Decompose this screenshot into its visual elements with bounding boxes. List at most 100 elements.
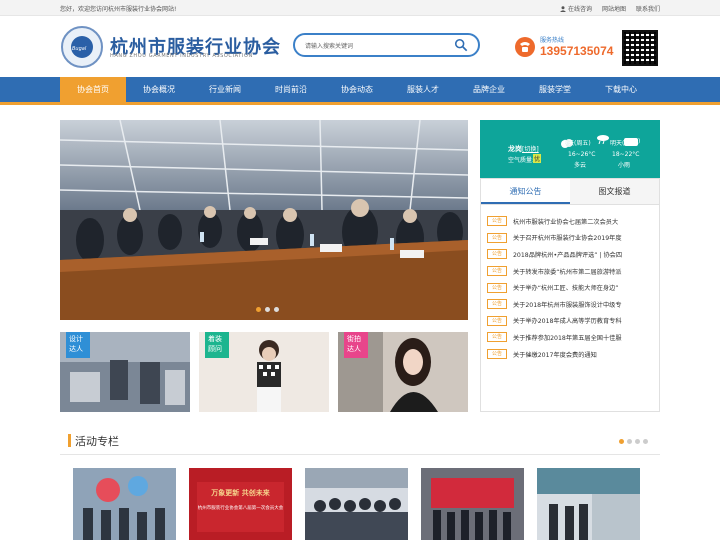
nav-item-download[interactable]: 下载中心 bbox=[588, 77, 654, 102]
list-item[interactable]: 公告 关于举办2018年成人高等学历教育专科 bbox=[487, 313, 653, 330]
notice-tag: 公告 bbox=[487, 266, 507, 277]
gallery-image bbox=[537, 468, 640, 540]
nav-item-industry-news[interactable]: 行业新闻 bbox=[192, 77, 258, 102]
nav-item-brands[interactable]: 品牌企业 bbox=[456, 77, 522, 102]
section-dot-4[interactable] bbox=[643, 439, 648, 444]
notice-title[interactable]: 关于2018年杭州市服装服饰设计中级专 bbox=[513, 300, 622, 309]
gallery-item[interactable] bbox=[537, 468, 640, 540]
tile-street-label: 街拍达人 bbox=[344, 332, 368, 358]
site-subtitle: HANG ZHOU GARMENT INDUSTRY ASSOCIATION bbox=[110, 53, 253, 59]
tile-designer[interactable]: 设计达人 bbox=[60, 332, 190, 412]
gallery-image bbox=[305, 468, 408, 540]
notice-title[interactable]: 关于召开杭州市服装行业协会2019年度 bbox=[513, 233, 622, 242]
section-dot-2[interactable] bbox=[627, 439, 632, 444]
nav-item-fashion[interactable]: 时尚前沿 bbox=[258, 77, 324, 102]
gallery-item[interactable] bbox=[73, 468, 176, 540]
search-box[interactable]: 请输入搜索关键词 bbox=[293, 33, 480, 57]
header: Bugal 杭州市服装行业协会 HANG ZHOU GARMENT INDUST… bbox=[0, 16, 720, 77]
sitemap-link[interactable]: 网站地图 bbox=[602, 4, 626, 13]
nav-item-school[interactable]: 服装学堂 bbox=[522, 77, 588, 102]
tab-notices[interactable]: 通知公告 bbox=[481, 179, 570, 204]
hotline-number: 13957135074 bbox=[540, 44, 614, 58]
search-input[interactable]: 请输入搜索关键词 bbox=[305, 41, 353, 50]
phone-icon bbox=[515, 37, 535, 57]
notice-tabs: 通知公告 图文报道 bbox=[480, 178, 660, 205]
tile-designer-label: 设计达人 bbox=[66, 332, 90, 358]
section-title: 活动专栏 bbox=[75, 435, 119, 448]
tomorrow-label: 明天( bbox=[610, 140, 625, 147]
activity-section-header: 活动专栏 bbox=[60, 427, 660, 455]
tomorrow-desc: 小雨 bbox=[618, 162, 631, 169]
section-dot-3[interactable] bbox=[635, 439, 640, 444]
gallery-banner-slogan: 万象更新 共创未来 bbox=[211, 489, 270, 497]
notice-title[interactable]: 关于举办2018年成人高等学历教育专科 bbox=[513, 316, 622, 325]
logo-emblem-text: Bugal bbox=[72, 46, 87, 52]
banner-slide[interactable] bbox=[60, 120, 468, 320]
notice-tag: 公告 bbox=[487, 315, 507, 326]
list-item[interactable]: 公告 杭州市服装行业协会七届第二次会员大 bbox=[487, 213, 653, 230]
notice-title[interactable]: 杭州市服装行业协会七届第二次会员大 bbox=[513, 217, 618, 226]
list-item[interactable]: 公告 关于推荐参加2018年第五届全国十佳服 bbox=[487, 329, 653, 346]
online-consult-label: 在线咨询 bbox=[567, 6, 592, 13]
gallery-banner-caption: 杭州市服装行业协会第八届第一次会员大会 bbox=[197, 506, 284, 511]
section-dot-1[interactable] bbox=[619, 439, 624, 444]
tile-stylist[interactable]: 着装顾问 bbox=[199, 332, 329, 412]
weather-switch-link[interactable]: [切换] bbox=[522, 144, 539, 153]
notice-title[interactable]: 关于推荐参加2018年第五届全国十佳服 bbox=[513, 333, 622, 342]
notice-title[interactable]: 关于转发市旅委“杭州市第二届旅游特派 bbox=[513, 267, 621, 276]
notice-tag: 公告 bbox=[487, 216, 507, 227]
top-links: 在线咨询 网站地图 联系我们 bbox=[559, 4, 660, 13]
tab-photo-reports[interactable]: 图文报道 bbox=[570, 179, 659, 204]
nav-item-association-news[interactable]: 协会动态 bbox=[324, 77, 390, 102]
banner-image bbox=[60, 120, 468, 320]
list-item[interactable]: 公告 2018品牌杭州•产品品牌评选” | 协会四 bbox=[487, 246, 653, 263]
notice-list: 公告 杭州市服装行业协会七届第二次会员大 公告 关于召开杭州市服装行业协会2019年… bbox=[480, 205, 660, 412]
notice-title[interactable]: 2018品牌杭州•产品品牌评选” | 协会四 bbox=[513, 250, 622, 259]
notice-title[interactable]: 关于举办“杭州工匠、技能大师在身边” bbox=[513, 283, 618, 292]
banner-pagination bbox=[256, 307, 279, 312]
gallery-item[interactable] bbox=[421, 468, 524, 540]
list-item[interactable]: 公告 关于召开杭州市服装行业协会2019年度 bbox=[487, 230, 653, 247]
qr-code bbox=[622, 30, 658, 66]
section-pagination bbox=[619, 439, 648, 444]
notice-tag: 公告 bbox=[487, 349, 507, 360]
rain-icon bbox=[597, 135, 609, 144]
banner-dot-1[interactable] bbox=[256, 307, 261, 312]
weather-city: 龙岗 bbox=[508, 145, 522, 153]
today-label: 今天(周五) bbox=[562, 140, 591, 147]
notice-tag: 公告 bbox=[487, 249, 507, 260]
gallery-image bbox=[73, 468, 176, 540]
today-temp: 16~26°C bbox=[568, 151, 596, 158]
nav-item-home[interactable]: 协会首页 bbox=[60, 77, 126, 102]
tile-stylist-label: 着装顾问 bbox=[205, 332, 229, 358]
top-bar: 您好，欢迎您访问杭州市服装行业协会网站! 在线咨询 网站地图 联系我们 bbox=[0, 0, 720, 16]
list-item[interactable]: 公告 关于2018年杭州市服装服饰设计中级专 bbox=[487, 296, 653, 313]
banner-dot-2[interactable] bbox=[265, 307, 270, 312]
list-item[interactable]: 公告 关于举办“杭州工匠、技能大师在身边” bbox=[487, 279, 653, 296]
online-consult-link[interactable]: 在线咨询 bbox=[559, 4, 592, 13]
notice-tag: 公告 bbox=[487, 332, 507, 343]
tile-street[interactable]: 街拍达人 bbox=[338, 332, 468, 412]
search-icon[interactable] bbox=[454, 38, 468, 52]
nav-item-talent[interactable]: 服装人才 bbox=[390, 77, 456, 102]
contact-link[interactable]: 联系我们 bbox=[636, 4, 660, 13]
notice-tag: 公告 bbox=[487, 299, 507, 310]
gallery-item[interactable]: 万象更新 共创未来 杭州市服装行业协会第八届第一次会员大会 bbox=[189, 468, 292, 540]
activity-gallery: 万象更新 共创未来 杭州市服装行业协会第八届第一次会员大会 bbox=[73, 468, 640, 540]
tomorrow-close: ) bbox=[638, 138, 641, 145]
gallery-image bbox=[189, 468, 292, 540]
banner-dot-3[interactable] bbox=[274, 307, 279, 312]
list-item[interactable]: 公告 关于催缴2017年度会费的通知 bbox=[487, 346, 653, 363]
notice-tag: 公告 bbox=[487, 232, 507, 243]
nav-item-overview[interactable]: 协会概况 bbox=[126, 77, 192, 102]
hotline-label: 服务热线 bbox=[540, 37, 565, 44]
gallery-item[interactable] bbox=[305, 468, 408, 540]
today-desc: 多云 bbox=[574, 162, 587, 169]
notice-title[interactable]: 关于催缴2017年度会费的通知 bbox=[513, 350, 597, 359]
list-item[interactable]: 公告 关于转发市旅委“杭州市第二届旅游特派 bbox=[487, 263, 653, 280]
logo-emblem[interactable]: Bugal bbox=[61, 26, 103, 68]
air-quality-value: 优 bbox=[533, 154, 542, 163]
user-icon bbox=[559, 5, 566, 12]
notice-tag: 公告 bbox=[487, 282, 507, 293]
weather-widget: 龙岗 [切换] 空气质量: 优 今天(周五) 16~26°C 多云 明天( ) … bbox=[480, 120, 660, 178]
